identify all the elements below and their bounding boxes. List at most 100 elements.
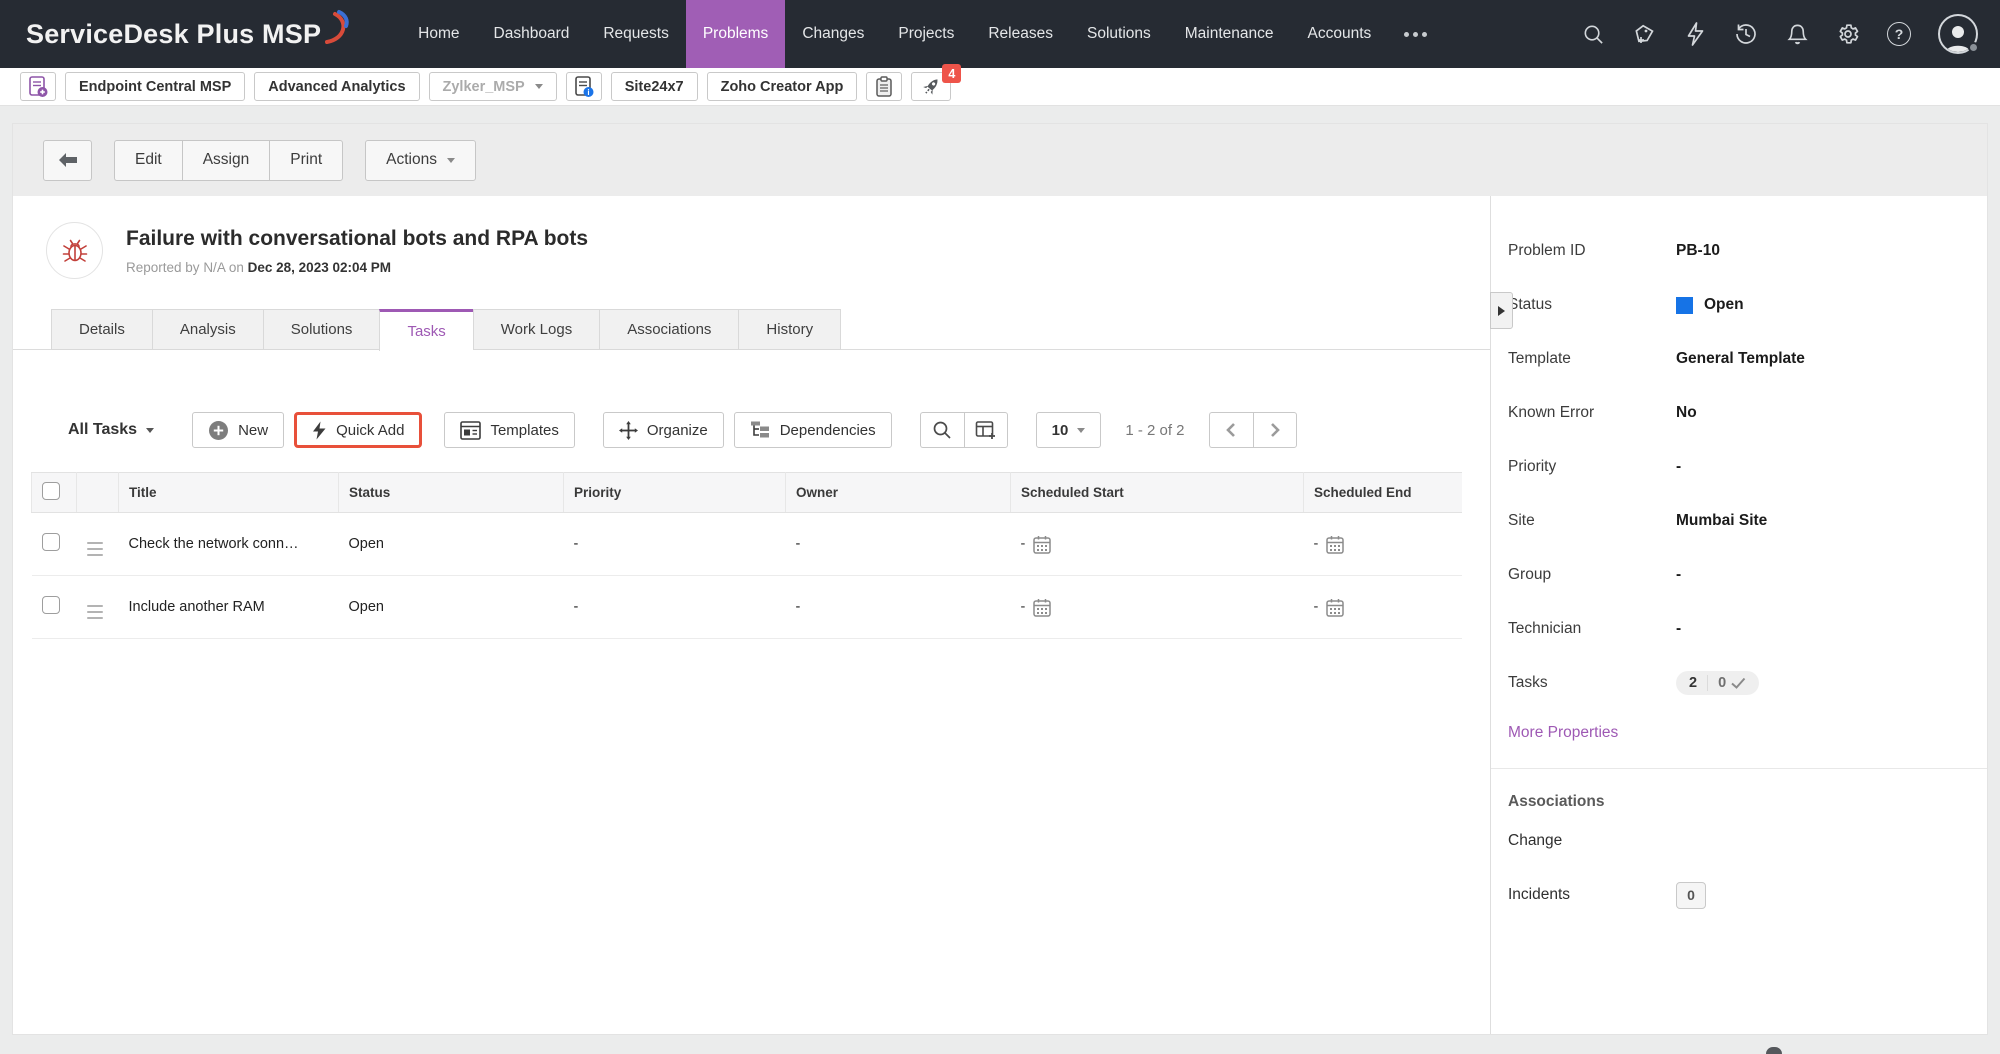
nav-item-accounts[interactable]: Accounts — [1291, 0, 1389, 68]
table-row[interactable]: Include another RAM Open - - - — [32, 576, 1463, 639]
brand-name: ServiceDesk Plus MSP — [26, 19, 321, 50]
chat-widget-partial[interactable] — [1766, 1047, 1782, 1054]
row-checkbox[interactable] — [42, 533, 60, 551]
nav-item-maintenance[interactable]: Maintenance — [1168, 0, 1291, 68]
page-size-value: 10 — [1052, 422, 1069, 439]
user-avatar[interactable] — [1938, 14, 1978, 54]
endpoint-central-msp-button[interactable]: Endpoint Central MSP — [65, 72, 245, 101]
tab-history[interactable]: History — [738, 309, 841, 350]
reported-date: Dec 28, 2023 02:04 PM — [248, 260, 391, 275]
nav-item-requests[interactable]: Requests — [586, 0, 685, 68]
calendar-icon[interactable] — [1325, 534, 1345, 555]
whats-new-rocket-button[interactable]: 4 — [911, 72, 951, 101]
nav-item-releases[interactable]: Releases — [971, 0, 1070, 68]
property-label: Known Error — [1508, 404, 1676, 422]
column-chooser-button[interactable] — [964, 412, 1008, 448]
back-button[interactable] — [43, 140, 92, 181]
calendar-icon[interactable] — [1032, 597, 1052, 618]
tab-associations[interactable]: Associations — [599, 309, 738, 350]
tab-details[interactable]: Details — [51, 309, 152, 350]
column-header-scheduled-end[interactable]: Scheduled End — [1304, 473, 1463, 513]
task-status: Open — [339, 513, 564, 576]
new-task-button[interactable]: New — [192, 412, 284, 448]
task-title[interactable]: Include another RAM — [119, 576, 339, 639]
app-shortcut-toolbar: Endpoint Central MSP Advanced Analytics … — [0, 68, 2000, 106]
assign-button[interactable]: Assign — [182, 140, 270, 181]
help-icon[interactable]: ? — [1887, 22, 1911, 46]
problem-title: Failure with conversational bots and RPA… — [126, 222, 588, 251]
calendar-icon[interactable] — [1032, 534, 1052, 555]
tab-solutions[interactable]: Solutions — [263, 309, 380, 350]
nav-item-solutions[interactable]: Solutions — [1070, 0, 1168, 68]
tasks-count-pill[interactable]: 2 0 — [1676, 671, 1759, 695]
nav-item-problems[interactable]: Problems — [686, 0, 785, 68]
property-value: PB-10 — [1676, 242, 1720, 260]
tab-analysis[interactable]: Analysis — [152, 309, 263, 350]
pill-divider — [1707, 675, 1708, 691]
search-icon[interactable] — [1581, 22, 1605, 46]
history-icon[interactable] — [1734, 22, 1758, 46]
property-row-site: Site Mumbai Site — [1491, 494, 1987, 548]
dependencies-button[interactable]: Dependencies — [734, 412, 892, 448]
detail-tabs: Details Analysis Solutions Tasks Work Lo… — [51, 309, 1490, 350]
calendar-icon[interactable] — [1325, 597, 1345, 618]
document-info-button[interactable]: i — [566, 72, 602, 101]
advanced-analytics-button[interactable]: Advanced Analytics — [254, 72, 419, 101]
property-row-group: Group - — [1491, 548, 1987, 602]
print-button[interactable]: Print — [269, 140, 343, 181]
org-selector-dropdown[interactable]: Zylker_MSP — [429, 72, 557, 101]
task-priority: - — [564, 513, 786, 576]
templates-button[interactable]: Templates — [444, 412, 574, 448]
column-header-status[interactable]: Status — [339, 473, 564, 513]
add-template-button[interactable] — [20, 72, 56, 101]
search-tasks-button[interactable] — [920, 412, 964, 448]
nav-item-dashboard[interactable]: Dashboard — [477, 0, 587, 68]
more-menu-icon[interactable] — [1388, 0, 1443, 68]
nav-item-home[interactable]: Home — [401, 0, 476, 68]
avatar-status-dot — [1968, 42, 1979, 53]
quick-actions-bolt-icon[interactable] — [1683, 22, 1707, 46]
select-all-checkbox[interactable] — [42, 482, 60, 500]
settings-gear-icon[interactable] — [1836, 22, 1860, 46]
actions-dropdown-button[interactable]: Actions — [365, 140, 476, 181]
drag-handle-icon[interactable] — [87, 542, 103, 557]
row-checkbox[interactable] — [42, 596, 60, 614]
nav-item-changes[interactable]: Changes — [785, 0, 881, 68]
task-filter-dropdown[interactable]: All Tasks — [68, 421, 154, 439]
column-header-title[interactable]: Title — [119, 473, 339, 513]
edit-button[interactable]: Edit — [114, 140, 182, 181]
column-header-priority[interactable]: Priority — [564, 473, 786, 513]
more-properties-link[interactable]: More Properties — [1508, 724, 1618, 742]
chevron-right-icon — [1498, 306, 1505, 316]
org-selector-value: Zylker_MSP — [443, 79, 525, 95]
column-header-owner[interactable]: Owner — [786, 473, 1011, 513]
incidents-count-badge[interactable]: 0 — [1676, 882, 1706, 909]
task-status: Open — [339, 576, 564, 639]
property-row-tasks: Tasks 2 0 — [1491, 656, 1987, 710]
on-label: on — [229, 260, 244, 275]
notifications-bell-icon[interactable] — [1785, 22, 1809, 46]
associations-heading: Associations — [1508, 793, 1987, 811]
nav-item-projects[interactable]: Projects — [881, 0, 971, 68]
sidebar-collapse-handle[interactable] — [1490, 292, 1513, 329]
next-page-button[interactable] — [1253, 412, 1297, 448]
tab-work-logs[interactable]: Work Logs — [473, 309, 599, 350]
page-size-dropdown[interactable]: 10 — [1036, 412, 1102, 448]
clipboard-button[interactable] — [866, 72, 902, 101]
top-navigation-bar: ServiceDesk Plus MSP Home Dashboard Requ… — [0, 0, 2000, 68]
zoho-creator-app-button[interactable]: Zoho Creator App — [707, 72, 858, 101]
brand-logo[interactable]: ServiceDesk Plus MSP — [26, 0, 353, 68]
site24x7-button[interactable]: Site24x7 — [611, 72, 698, 101]
column-header-scheduled-start[interactable]: Scheduled Start — [1011, 473, 1304, 513]
quick-add-button[interactable]: Quick Add — [294, 412, 422, 448]
task-title[interactable]: Check the network conn… — [119, 513, 339, 576]
prev-page-button[interactable] — [1209, 412, 1253, 448]
sidebar-divider — [1491, 768, 1987, 769]
table-row[interactable]: Check the network conn… Open - - - — [32, 513, 1463, 576]
ticket-add-icon[interactable] — [1632, 22, 1656, 46]
tab-tasks[interactable]: Tasks — [379, 309, 472, 351]
organize-button[interactable]: Organize — [603, 412, 724, 448]
drag-handle-icon[interactable] — [87, 605, 103, 620]
property-label: Priority — [1508, 458, 1676, 476]
pagination-range: 1 - 2 of 2 — [1111, 422, 1198, 439]
